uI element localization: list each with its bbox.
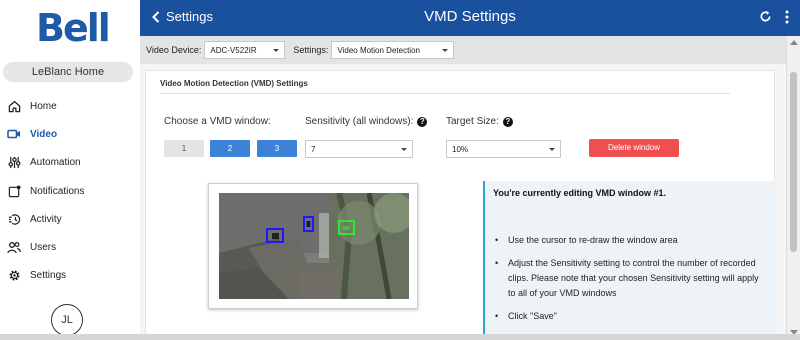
device-select-value: ADC-V522IR (210, 45, 257, 55)
info-list: Use the cursor to re-draw the window are… (495, 233, 765, 332)
settings-select[interactable]: Video Motion Detection (331, 41, 455, 59)
vmd-window-button-3[interactable]: 3 (257, 140, 297, 157)
sidebar-item-video[interactable]: Video (0, 120, 140, 148)
refresh-icon[interactable] (759, 10, 772, 29)
info-panel: You're currently editing VMD window #1. … (483, 181, 776, 340)
home-icon (7, 99, 21, 113)
info-title: You're currently editing VMD window #1. (493, 188, 666, 198)
gear-icon (7, 269, 21, 283)
section-title: Video Motion Detection (VMD) Settings (160, 79, 308, 88)
help-icon[interactable]: ? (502, 116, 513, 127)
top-header: Settings VMD Settings (140, 0, 800, 36)
sidebar: Bell LeBlanc Home Home Video Automation … (0, 0, 140, 340)
camera-preview-frame (208, 183, 418, 309)
page-title: VMD Settings (424, 8, 516, 25)
device-label: Video Device: (146, 45, 202, 55)
vmd-window-button-2[interactable]: 2 (210, 140, 250, 157)
sliders-icon (7, 156, 21, 170)
section-divider (160, 93, 730, 94)
target-size-value: 10% (452, 144, 469, 154)
list-item: Use the cursor to re-draw the window are… (495, 233, 765, 248)
sensitivity-label: Sensitivity (all windows): (305, 116, 414, 127)
horizontal-scrollbar[interactable] (0, 334, 800, 340)
chevron-down-icon (401, 147, 407, 151)
vertical-scrollbar[interactable] (786, 36, 800, 340)
camera-preview[interactable] (219, 193, 409, 299)
sidebar-item-settings[interactable]: Settings (0, 262, 140, 290)
sidebar-item-label: Notifications (30, 185, 85, 197)
sidebar-item-home[interactable]: Home (0, 92, 140, 120)
scrollbar-thumb[interactable] (790, 72, 797, 252)
location-pill[interactable]: LeBlanc Home (3, 62, 133, 82)
sensitivity-value: 7 (311, 144, 316, 154)
help-icon[interactable]: ? (417, 116, 428, 127)
target-size-label: Target Size: (446, 116, 499, 127)
sidebar-item-label: Video (30, 128, 58, 140)
avatar[interactable]: JL (51, 304, 83, 336)
notification-icon (7, 184, 21, 198)
settings-select-value: Video Motion Detection (337, 45, 420, 55)
delete-window-button[interactable]: Delete window (589, 139, 679, 157)
vmd-card: Video Motion Detection (VMD) Settings Ch… (145, 70, 776, 340)
brand-logo[interactable]: Bell (36, 6, 111, 50)
scroll-up-icon[interactable] (790, 40, 798, 45)
settings-label: Settings: (293, 45, 329, 55)
target-size-label-group: Target Size: ? (446, 116, 513, 127)
list-item: Adjust the Sensitivity setting to contro… (495, 256, 765, 301)
sidebar-item-users[interactable]: Users (0, 233, 140, 261)
video-camera-icon (7, 127, 21, 141)
header-actions (759, 10, 790, 29)
vmd-window-button-1[interactable]: 1 (164, 140, 204, 157)
sidebar-item-label: Settings (30, 270, 67, 282)
chevron-down-icon (273, 48, 280, 52)
sidebar-item-label: Home (30, 100, 57, 112)
chevron-down-icon (442, 48, 449, 52)
sidebar-item-automation[interactable]: Automation (0, 149, 140, 177)
camera-snapshot (219, 193, 409, 299)
sensitivity-select[interactable]: 7 (305, 140, 413, 158)
main-content: Video Motion Detection (VMD) Settings Ch… (140, 64, 800, 340)
chevron-down-icon (549, 147, 555, 151)
activity-icon (7, 212, 21, 226)
target-size-select[interactable]: 10% (446, 140, 561, 158)
choose-window-label: Choose a VMD window: (164, 116, 271, 127)
sidebar-item-label: Automation (30, 157, 81, 169)
list-item: Click "Save" (495, 309, 765, 324)
sidebar-nav: Home Video Automation Notifications Acti… (0, 92, 140, 290)
users-icon (7, 241, 21, 255)
device-toolbar: Video Device: ADC-V522IR Settings: Video… (140, 36, 800, 64)
sidebar-item-label: Users (30, 242, 57, 254)
sensitivity-label-group: Sensitivity (all windows): ? (305, 116, 428, 127)
sidebar-item-notifications[interactable]: Notifications (0, 177, 140, 205)
sidebar-item-label: Activity (30, 213, 62, 225)
device-select[interactable]: ADC-V522IR (204, 41, 286, 59)
sidebar-item-activity[interactable]: Activity (0, 205, 140, 233)
more-vertical-icon[interactable] (784, 10, 790, 29)
